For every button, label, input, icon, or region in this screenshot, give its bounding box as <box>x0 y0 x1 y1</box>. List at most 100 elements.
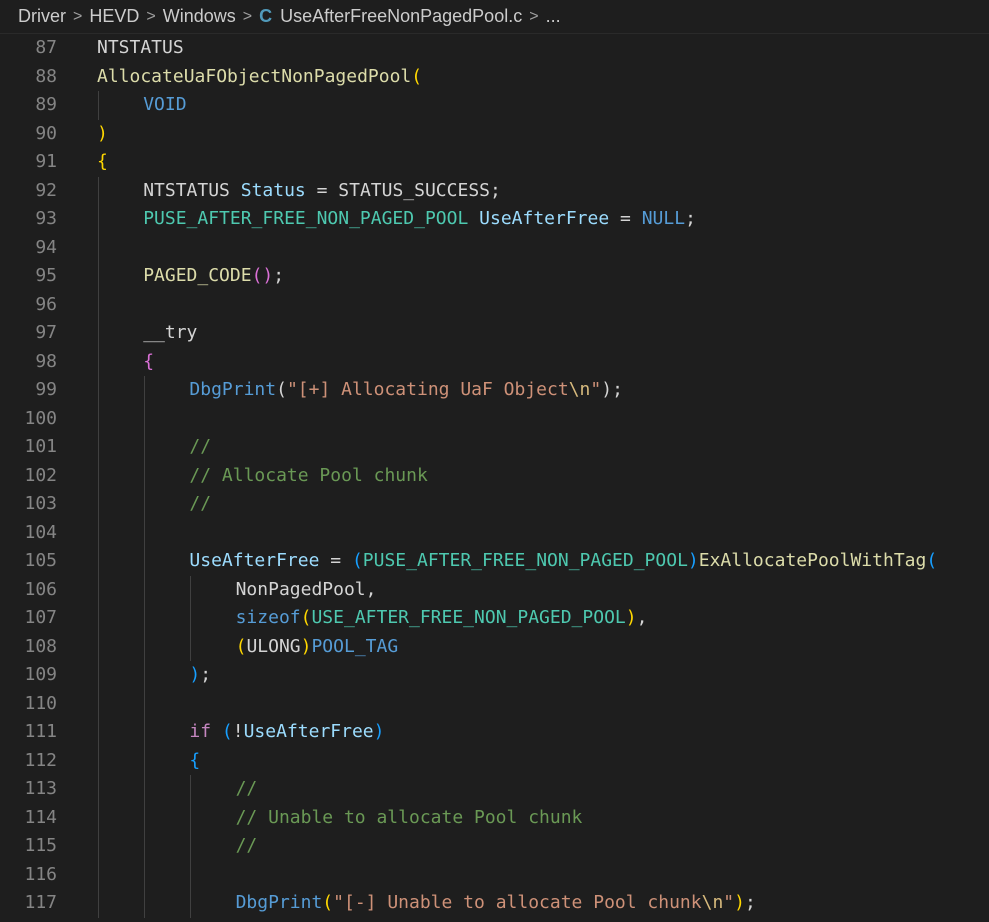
code-token: = <box>319 550 352 571</box>
code-line[interactable]: 106 NonPagedPool, <box>0 575 989 604</box>
indent-guide <box>98 404 99 433</box>
code-token: ( <box>221 721 233 742</box>
code-line[interactable]: 91 { <box>0 148 989 177</box>
indent-guide <box>144 404 146 433</box>
code-token: VOID <box>143 94 187 115</box>
line-number: 102 <box>24 464 57 486</box>
indent-guide <box>98 746 99 775</box>
code-line[interactable]: 87 NTSTATUS <box>0 34 989 63</box>
code-line[interactable]: 112 { <box>0 746 989 776</box>
code-line[interactable]: 116 <box>0 860 989 889</box>
breadcrumb-item-driver[interactable]: Driver <box>18 6 66 27</box>
code-line[interactable]: 101 // <box>0 433 989 462</box>
code-line[interactable]: 104 <box>0 518 989 547</box>
indent-guide <box>144 547 146 576</box>
code-token: ( <box>322 892 334 913</box>
code-token: // Allocate Pool chunk <box>189 464 428 486</box>
code-line[interactable]: 103 // <box>0 490 989 519</box>
code-token: ( <box>411 65 423 87</box>
code-line[interactable]: 117 DbgPrint("[-] Unable to allocate Pool… <box>0 889 989 918</box>
code-text: __try <box>143 319 197 348</box>
code-token: DbgPrint <box>189 379 277 400</box>
indent-guide <box>144 889 146 918</box>
line-number: 98 <box>35 350 57 372</box>
indent-guide <box>98 233 99 262</box>
code-line[interactable]: 92 NTSTATUS Status = STATUS_SUCCESS; <box>0 176 989 205</box>
indent-guide <box>190 575 192 604</box>
indent-guide <box>144 461 146 490</box>
indent-guide <box>190 632 192 661</box>
code-token: ; <box>273 265 285 286</box>
line-number: 101 <box>24 436 57 457</box>
breadcrumb-item-windows[interactable]: Windows <box>163 6 236 27</box>
indent-guide <box>98 661 99 690</box>
code-line[interactable]: 109); <box>0 661 989 690</box>
indent-guide <box>98 290 99 319</box>
indent-guide <box>98 347 99 376</box>
breadcrumb-item-file[interactable]: UseAfterFreeNonPagedPool.c <box>280 6 522 27</box>
code-editor[interactable]: 87 NTSTATUS 88 AllocateUaFObjectNonPagedPoo… <box>0 34 989 922</box>
line-number: 112 <box>24 749 57 771</box>
code-line[interactable]: 93 PUSE_AFTER_FREE_NON_PAGED_POOL UseAfte… <box>0 205 989 234</box>
line-number: 115 <box>24 835 57 856</box>
line-number: 111 <box>24 721 57 742</box>
line-number: 97 <box>35 322 57 343</box>
code-line[interactable]: 105 UseAfterFree = (PUSE_AFTER_FREE_NON_P… <box>0 547 989 576</box>
indent-guide <box>144 433 146 462</box>
line-number: 91 <box>35 151 57 172</box>
line-number: 107 <box>24 607 57 628</box>
code-token: () <box>251 265 274 286</box>
code-text: // <box>236 775 258 804</box>
line-number: 110 <box>24 692 57 714</box>
indent-guide <box>144 803 146 832</box>
indent-guide <box>190 860 192 889</box>
chevron-right-icon: > <box>73 7 83 25</box>
line-number: 106 <box>24 578 57 600</box>
code-line[interactable]: 88 AllocateUaFObjectNonPagedPool( <box>0 63 989 92</box>
code-token: __try <box>143 322 198 343</box>
code-token: Status <box>240 179 306 201</box>
code-line[interactable]: 111 if (!UseAfterFree) <box>0 718 989 747</box>
chevron-right-icon: > <box>242 7 253 25</box>
code-text: { <box>189 747 200 776</box>
line-number: 113 <box>24 778 57 799</box>
code-line[interactable]: 97 __try <box>0 319 989 348</box>
indent-guide <box>144 775 146 804</box>
code-line[interactable]: 100 <box>0 404 989 433</box>
chevron-right-icon: > <box>529 7 539 25</box>
code-line[interactable]: 113 // <box>0 775 989 804</box>
code-token: ) <box>687 550 699 571</box>
line-number: 94 <box>35 236 57 258</box>
code-token: // <box>189 493 212 514</box>
code-token: // <box>189 436 212 457</box>
code-line[interactable]: 107 sizeof(USE_AFTER_FREE_NON_PAGED_POOL)… <box>0 604 989 633</box>
code-token: USE_AFTER_FREE_NON_PAGED_POOL <box>311 607 626 628</box>
indent-guide <box>98 433 99 462</box>
code-line[interactable]: 110 <box>0 689 989 718</box>
code-line[interactable]: 115 // <box>0 832 989 861</box>
code-token: ; <box>200 664 212 685</box>
code-text: // <box>236 832 258 861</box>
indent-guide <box>98 718 99 747</box>
line-number: 93 <box>35 208 57 229</box>
code-token: ) <box>373 721 385 742</box>
code-token: ExAllocatePoolWithTag <box>698 550 927 571</box>
code-line[interactable]: 90) <box>0 120 989 149</box>
breadcrumb-item-hevd[interactable]: HEVD <box>89 6 139 27</box>
indent-guide <box>190 775 192 804</box>
code-line[interactable]: 94 <box>0 233 989 262</box>
code-line[interactable]: 98 { <box>0 347 989 376</box>
code-line[interactable]: 95 PAGED_CODE(); <box>0 262 989 291</box>
indent-guide <box>98 689 99 718</box>
code-line[interactable]: 99 DbgPrint("[+] Allocating UaF Object\n"… <box>0 376 989 405</box>
breadcrumb-item-symbols[interactable]: ... <box>546 6 561 27</box>
code-text: AllocateUaFObjectNonPagedPool( <box>97 63 422 92</box>
code-token: ) <box>300 635 312 657</box>
indent-guide <box>144 860 146 889</box>
code-line[interactable]: 89 VOID <box>0 91 989 120</box>
code-line[interactable]: 108 (ULONG)POOL_TAG <box>0 632 989 661</box>
code-text: { <box>97 148 108 177</box>
code-line[interactable]: 96 <box>0 290 989 319</box>
code-line[interactable]: 102 // Allocate Pool chunk <box>0 461 989 490</box>
code-line[interactable]: 114 // Unable to allocate Pool chunk <box>0 803 989 832</box>
